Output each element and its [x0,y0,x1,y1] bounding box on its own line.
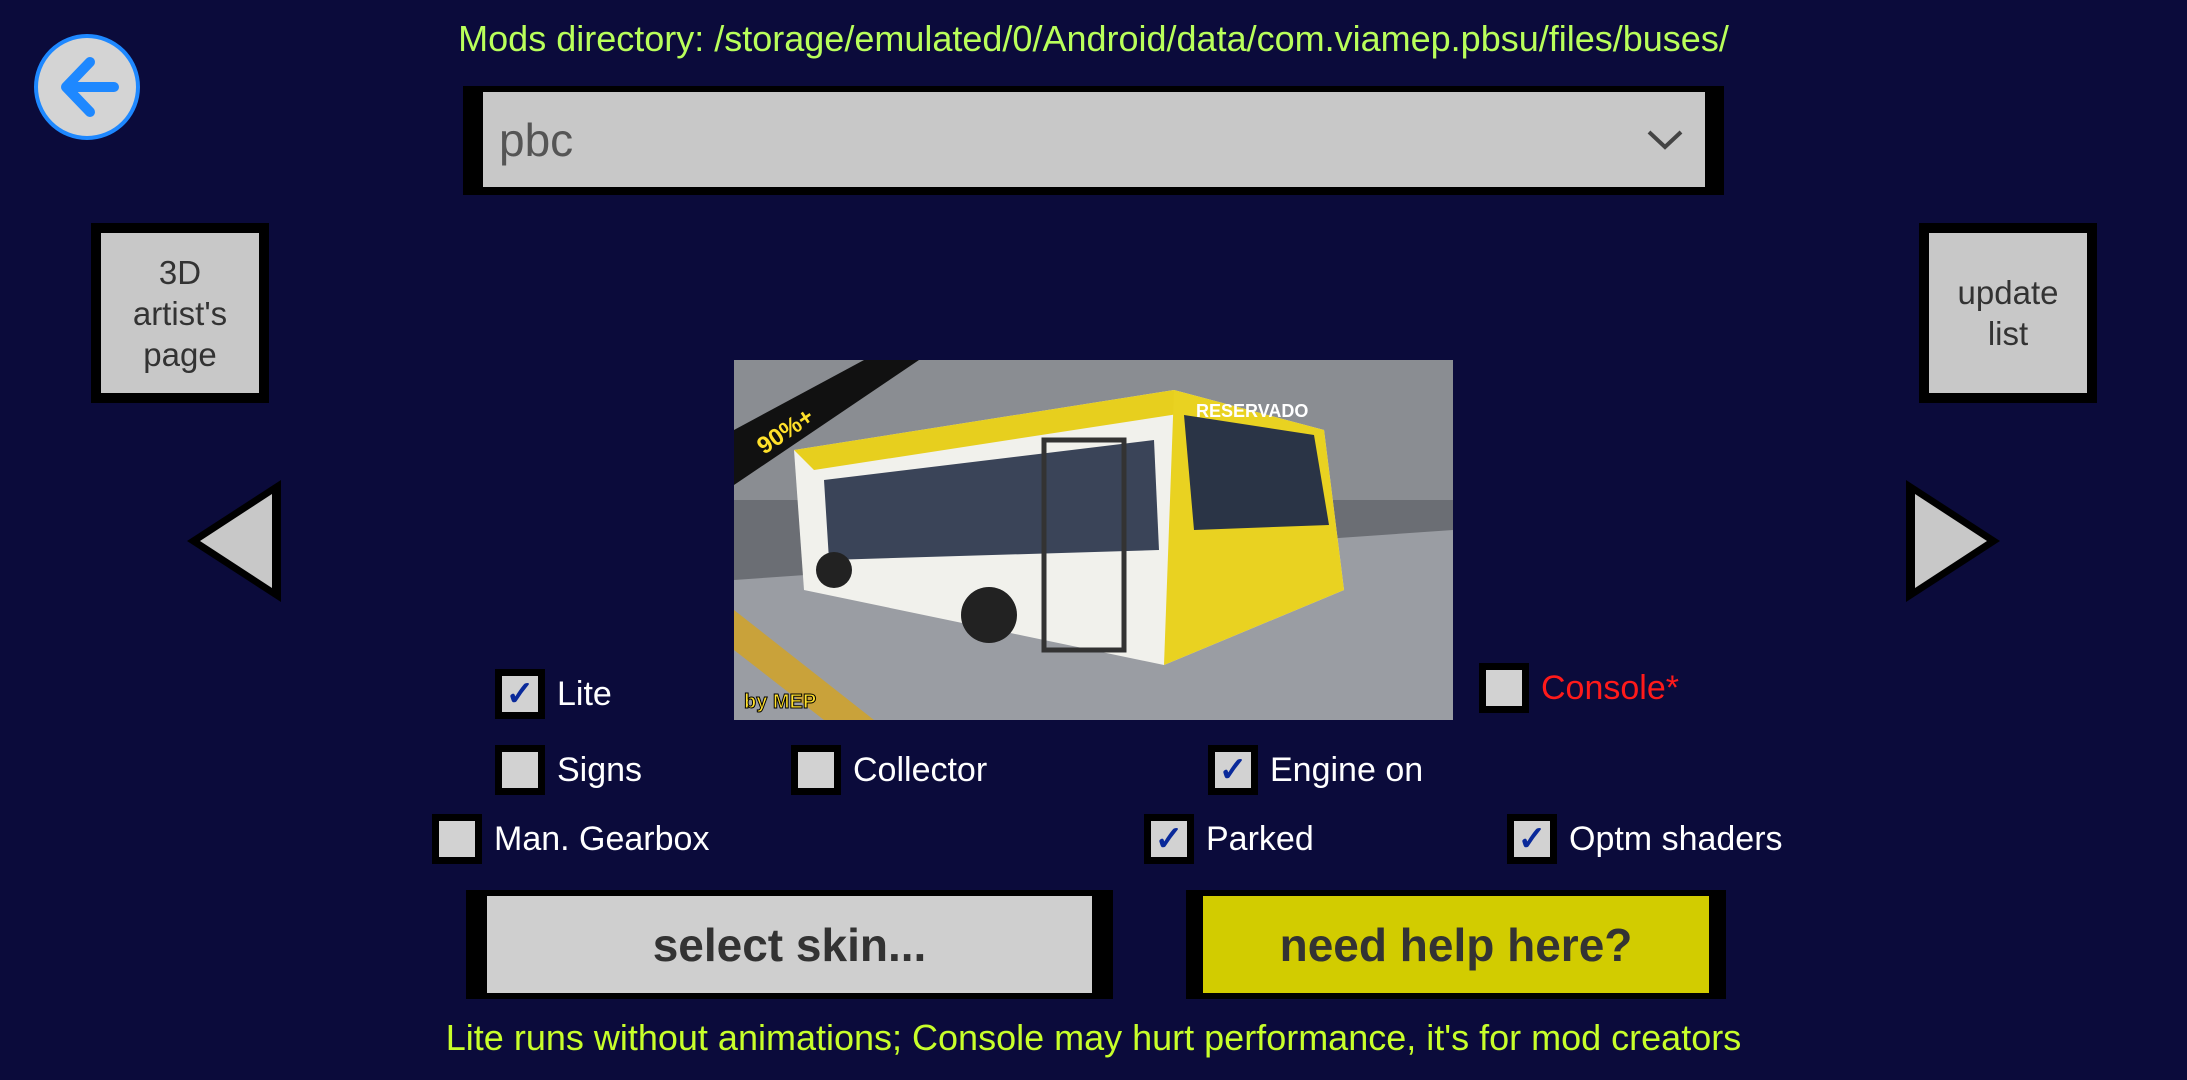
artist-page-button[interactable]: 3D artist's page [91,223,269,403]
collector-label: Collector [853,750,988,789]
check-icon: ✓ [1514,820,1550,858]
arrow-left-icon [61,57,119,117]
previous-bus-arrow[interactable] [184,478,284,604]
signs-label: Signs [557,750,643,789]
check-icon: ✓ [502,675,538,713]
engine-on-checkbox[interactable]: ✓ Engine on [1208,745,1423,795]
lite-label: Lite [557,674,612,713]
optimized-shaders-label: Optm shaders [1569,819,1783,858]
check-icon: ✓ [1215,751,1251,789]
select-skin-button[interactable]: select skin... [466,890,1113,999]
update-list-button[interactable]: update list [1919,223,2097,403]
check-icon: ✓ [1151,820,1187,858]
engine-on-label: Engine on [1270,750,1424,789]
console-label: Console* [1541,668,1679,707]
need-help-button[interactable]: need help here? [1186,890,1726,999]
select-skin-label: select skin... [487,896,1092,993]
console-checkbox[interactable]: Console* [1479,663,1679,713]
optimized-shaders-checkbox[interactable]: ✓ Optm shaders [1507,814,1783,864]
manual-gearbox-checkbox[interactable]: Man. Gearbox [432,814,709,864]
footer-hint: Lite runs without animations; Console ma… [445,1017,1742,1058]
destination-sign: RESERVADO [1196,401,1308,421]
chevron-down-icon [1647,130,1683,150]
credit-label: by MEP [744,691,816,713]
bus-dropdown-value: pbc [499,113,574,166]
lite-checkbox[interactable]: ✓ Lite [495,669,612,719]
parked-label: Parked [1206,819,1314,858]
bus-preview-image: RESERVADO 90%+ by MEP [734,360,1453,720]
bus-dropdown[interactable]: pbc [483,92,1705,187]
signs-checkbox[interactable]: Signs [495,745,642,795]
mods-directory-label: Mods directory: /storage/emulated/0/Andr… [458,18,1729,59]
update-list-label: update list [1929,233,2087,393]
artist-page-label: 3D artist's page [101,233,259,393]
next-bus-arrow[interactable] [1903,478,2003,604]
back-button[interactable] [34,34,140,140]
collector-checkbox[interactable]: Collector [791,745,987,795]
parked-checkbox[interactable]: ✓ Parked [1144,814,1314,864]
need-help-label: need help here? [1203,896,1709,993]
manual-gearbox-label: Man. Gearbox [494,819,710,858]
